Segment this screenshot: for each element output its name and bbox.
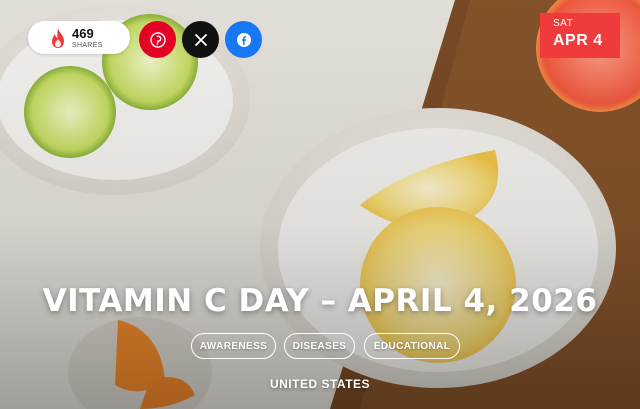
x-icon [194,33,207,46]
date-weekday: SAT [553,18,574,29]
share-count-wrap: 469 SHARES [72,27,103,49]
location-label[interactable]: UNITED STATES [0,377,640,391]
flame-icon [52,27,64,48]
tag-list: AWARENESS DISEASES EDUCATIONAL [0,333,640,361]
page-title: VITAMIN C DAY – APRIL 4, 2026 [42,283,598,319]
facebook-icon [236,32,251,47]
share-count: 469 [72,25,94,41]
date-badge: SAT APR 4 [540,13,620,58]
tag-diseases[interactable]: DISEASES [284,333,355,359]
x-share-button[interactable] [182,21,219,58]
tag-educational[interactable]: EDUCATIONAL [364,333,460,359]
date-day: APR 4 [553,32,603,49]
facebook-share-button[interactable] [225,21,262,58]
tag-awareness[interactable]: AWARENESS [191,333,276,359]
share-label: SHARES [72,41,103,49]
share-counter: 469 SHARES [28,21,130,54]
pinterest-icon [149,31,166,48]
hero-banner: 469 SHARES SAT APR 4 VITAMIN C DAY – APR… [0,0,640,409]
pinterest-share-button[interactable] [139,21,176,58]
